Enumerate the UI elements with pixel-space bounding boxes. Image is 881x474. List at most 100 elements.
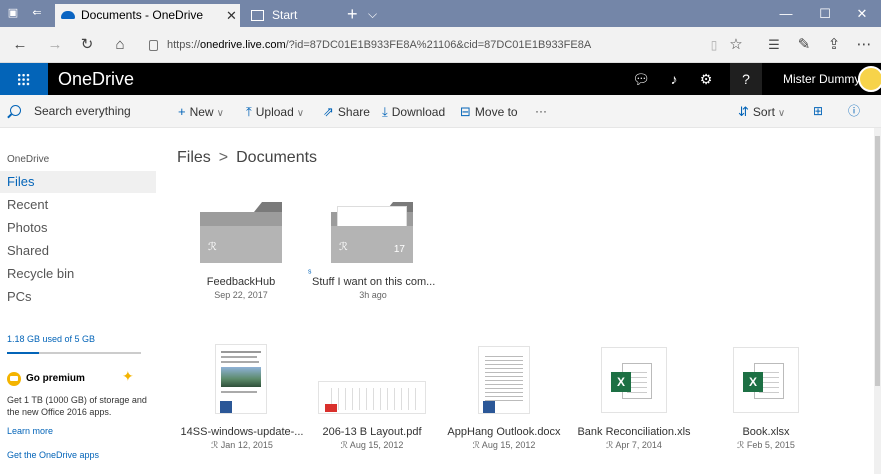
onedrive-cloud-icon bbox=[61, 11, 75, 19]
file-thumbnail[interactable] bbox=[215, 344, 267, 414]
nav-item-pcs[interactable]: PCs bbox=[0, 286, 156, 308]
command-bar: Search everything + New ∨ ⤒ Upload ∨ ⇗ Share … bbox=[0, 95, 881, 128]
download-arrow-icon: ⤓ bbox=[382, 104, 388, 119]
user-name[interactable]: Mister Dummy bbox=[783, 63, 860, 95]
learn-more-link[interactable]: Learn more bbox=[7, 426, 53, 436]
storage-usage[interactable]: 1.18 GB used of 5 GB bbox=[7, 334, 95, 344]
file-thumbnail[interactable] bbox=[318, 381, 426, 414]
item-count-badge: 17 bbox=[393, 244, 405, 255]
vertical-scrollbar[interactable] bbox=[874, 128, 881, 474]
text-line bbox=[221, 361, 259, 363]
breadcrumb-files[interactable]: Files bbox=[177, 149, 211, 166]
breadcrumb-separator: > bbox=[218, 149, 229, 166]
more-icon[interactable]: ⋯ bbox=[854, 35, 874, 55]
file-name[interactable]: 14SS-windows-update-... bbox=[176, 426, 308, 438]
pdf-drawing bbox=[325, 388, 421, 410]
folder-paper bbox=[337, 206, 407, 228]
start-page-icon bbox=[251, 10, 264, 21]
breadcrumb: Files > Documents bbox=[177, 149, 317, 167]
reading-view-icon[interactable]: ▯ bbox=[704, 35, 724, 55]
file-thumbnail[interactable]: X bbox=[601, 347, 667, 413]
favorite-star-icon[interactable]: ☆ bbox=[726, 35, 746, 55]
search-icon bbox=[10, 105, 21, 116]
download-button[interactable]: ⤓ Download bbox=[382, 95, 445, 128]
home-icon[interactable]: ⌂ bbox=[110, 35, 130, 55]
file-thumbnail[interactable]: X bbox=[733, 347, 799, 413]
waffle-icon bbox=[17, 73, 30, 86]
nav-item-shared[interactable]: Shared bbox=[0, 240, 156, 262]
share-label: Share bbox=[337, 105, 370, 119]
text-line bbox=[221, 356, 257, 358]
tab-start[interactable]: Start bbox=[246, 4, 338, 27]
file-date: ℛ Aug 15, 2012 bbox=[340, 440, 404, 450]
sort-button[interactable]: ⇵ Sort ∨ bbox=[738, 95, 785, 128]
close-tab-icon[interactable]: ✕ bbox=[226, 4, 237, 27]
file-name[interactable]: AppHang Outlook.docx bbox=[440, 426, 568, 438]
search-input[interactable]: Search everything bbox=[0, 95, 155, 128]
share-button[interactable]: ⇗ Share bbox=[323, 95, 370, 128]
move-to-label: Move to bbox=[474, 105, 518, 119]
help-icon[interactable]: ? bbox=[730, 63, 762, 95]
pdf-icon bbox=[325, 404, 337, 412]
premium-diamond-icon bbox=[7, 372, 21, 386]
file-name[interactable]: 206-13 B Layout.pdf bbox=[302, 426, 442, 438]
sort-label: Sort bbox=[752, 105, 775, 119]
chat-icon[interactable]: 💬︎ bbox=[625, 63, 657, 95]
url-host: onedrive.live.com bbox=[200, 39, 286, 51]
maximize-button[interactable]: ☐ bbox=[806, 0, 844, 27]
thumbnail-image bbox=[221, 367, 261, 387]
file-date: ℛ Feb 5, 2015 bbox=[737, 440, 795, 450]
nav-item-recycle-bin[interactable]: Recycle bin bbox=[0, 263, 156, 285]
settings-gear-icon[interactable]: ⚙ bbox=[690, 63, 722, 95]
folder-tile[interactable]: ℛ 17 bbox=[331, 202, 413, 263]
url-prefix: https:// bbox=[167, 39, 201, 51]
move-to-button[interactable]: ⊟ Move to bbox=[460, 95, 518, 128]
upload-button[interactable]: ⤒ Upload ∨ bbox=[246, 95, 304, 128]
url-rest: /?id=87DC01E1B933FE8A%21106&cid=87DC01E1… bbox=[285, 39, 592, 51]
tab-back-icon[interactable]: ⇐ bbox=[30, 6, 44, 20]
chevron-down-icon: ∨ bbox=[216, 108, 224, 119]
avatar[interactable] bbox=[858, 66, 881, 92]
file-name[interactable]: Book.xlsx bbox=[716, 426, 816, 438]
web-note-icon[interactable]: ✎ bbox=[794, 35, 814, 55]
more-commands-button[interactable]: ··· bbox=[535, 95, 547, 128]
scrollbar-thumb[interactable] bbox=[875, 136, 880, 386]
view-tiles-icon[interactable]: ⊞ bbox=[813, 95, 823, 128]
tab-documents-onedrive[interactable]: Documents - OneDrive bbox=[55, 4, 240, 27]
refresh-icon[interactable]: ↻ bbox=[77, 35, 97, 55]
new-tab-button[interactable]: + bbox=[347, 3, 358, 25]
share-icon[interactable]: ⇪ bbox=[824, 35, 844, 55]
excel-icon: X bbox=[611, 372, 631, 392]
file-date: ℛ Apr 7, 2014 bbox=[606, 440, 662, 450]
app-name[interactable]: OneDrive bbox=[58, 63, 134, 95]
favorites-list-icon[interactable]: ☰ bbox=[764, 35, 784, 55]
app-launcher-button[interactable] bbox=[0, 63, 48, 95]
word-icon bbox=[220, 401, 232, 413]
info-icon[interactable]: ⓘ bbox=[848, 95, 860, 128]
nav-item-files[interactable]: Files bbox=[0, 171, 156, 193]
folder-name[interactable]: Stuff I want on this com... bbox=[312, 276, 435, 288]
file-thumbnail[interactable] bbox=[478, 346, 530, 414]
tab-actions-icon[interactable]: ▣ bbox=[6, 6, 20, 20]
download-label: Download bbox=[391, 105, 446, 119]
text-line bbox=[221, 391, 257, 393]
nav-item-recent[interactable]: Recent bbox=[0, 194, 156, 216]
nav-item-photos[interactable]: Photos bbox=[0, 217, 156, 239]
chevron-down-icon: ∨ bbox=[296, 108, 305, 119]
minimize-button[interactable]: — bbox=[767, 0, 805, 27]
file-date: ℛ Jan 12, 2015 bbox=[211, 440, 273, 450]
notifications-bell-icon[interactable]: ♪ bbox=[658, 63, 690, 95]
back-arrow-icon[interactable]: ← bbox=[10, 35, 30, 55]
chevron-down-icon: ∨ bbox=[777, 108, 786, 119]
breadcrumb-documents: Documents bbox=[236, 149, 318, 166]
tab-list-chevron-icon[interactable]: ⌵ bbox=[368, 3, 377, 25]
get-apps-link[interactable]: Get the OneDrive apps bbox=[7, 450, 99, 460]
url-field[interactable]: https://onedrive.live.com/?id=87DC01E1B9… bbox=[149, 36, 709, 55]
new-button[interactable]: + New ∨ bbox=[178, 95, 224, 128]
folder-tile[interactable]: ℛ bbox=[200, 202, 282, 263]
folder-name[interactable]: FeedbackHub bbox=[190, 276, 292, 288]
forward-arrow-icon[interactable]: → bbox=[45, 35, 65, 55]
close-window-button[interactable]: ✕ bbox=[843, 0, 881, 27]
file-name[interactable]: Bank Reconciliation.xls bbox=[574, 426, 694, 438]
upload-label: Upload bbox=[255, 105, 294, 119]
